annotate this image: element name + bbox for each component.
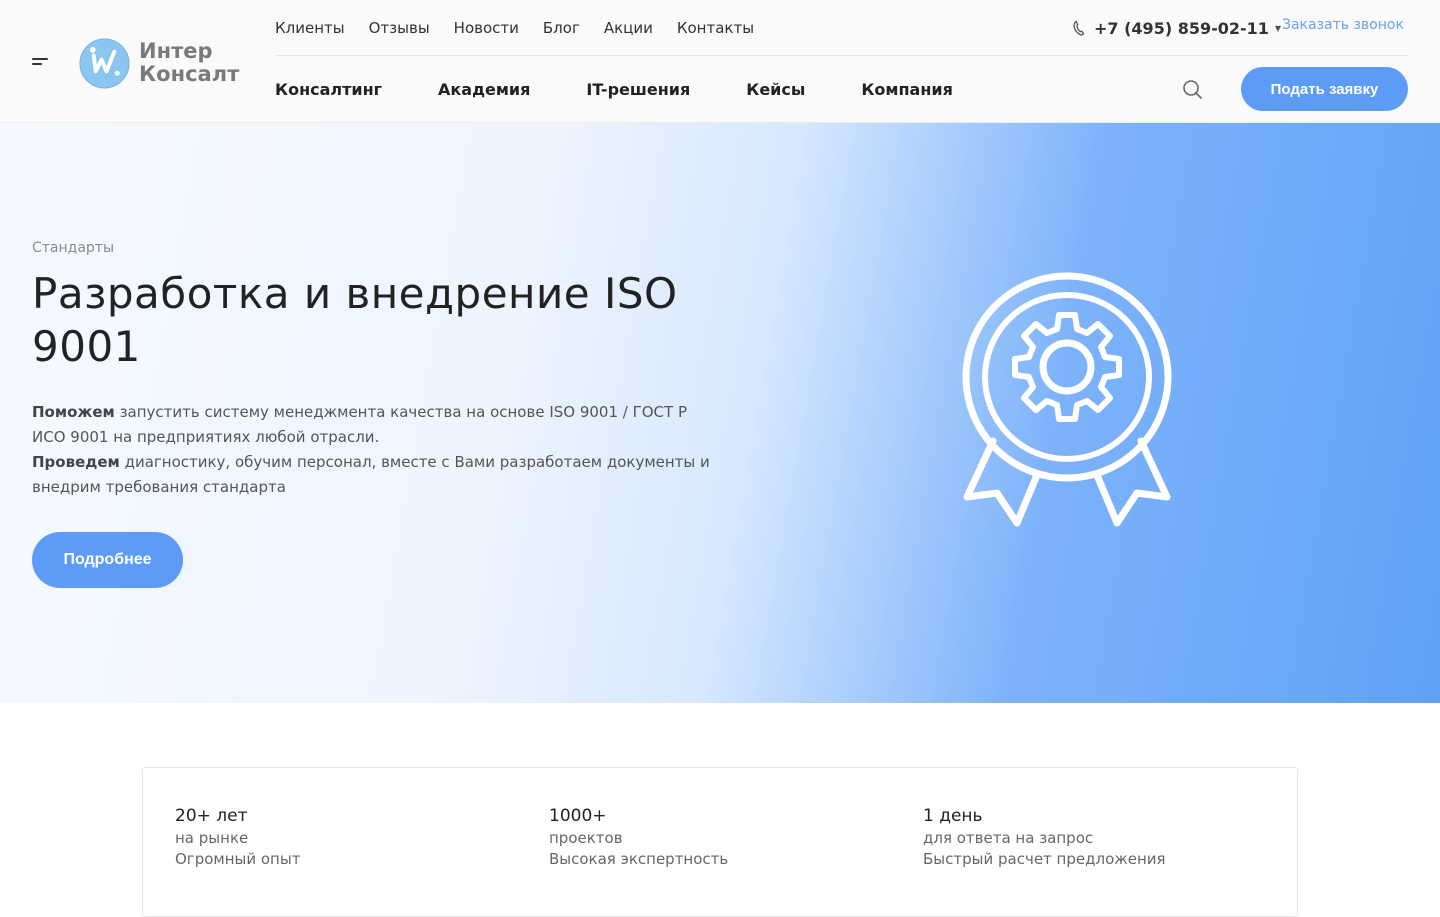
more-button[interactable]: Подробнее <box>32 532 183 588</box>
award-gear-icon <box>962 272 1172 527</box>
page-title: Разработка и внедрение ISO 9001 <box>32 269 678 371</box>
stat-years: 20+ лет на рынке Огромный опыт <box>175 804 300 870</box>
site-header: Интер Консалт Клиенты Отзывы Новости Бло… <box>0 0 1440 123</box>
phone-selector[interactable]: +7 (495) 859-02-11 ▼ <box>1072 14 1281 42</box>
top-nav-promo[interactable]: Акции <box>604 19 653 37</box>
submit-request-button[interactable]: Подать заявку <box>1241 67 1408 111</box>
main-nav-academy[interactable]: Академия <box>438 80 530 99</box>
breadcrumb[interactable]: Стандарты <box>32 240 114 256</box>
hero-para1-bold: Поможем <box>32 403 115 421</box>
top-nav-reviews[interactable]: Отзывы <box>369 19 430 37</box>
main-nav-cases[interactable]: Кейсы <box>746 80 805 99</box>
callback-link[interactable]: Заказать звонок <box>1282 17 1404 33</box>
phone-number[interactable]: +7 (495) 859-02-11 <box>1094 19 1269 38</box>
stat-value: 1000+ <box>549 806 607 826</box>
stats-panel: 20+ лет на рынке Огромный опыт 1000+ про… <box>142 767 1298 917</box>
stat-projects: 1000+ проектов Высокая экспертность <box>549 804 728 870</box>
burger-menu-icon[interactable] <box>32 56 50 68</box>
stat-desc: Огромный опыт <box>175 850 301 868</box>
top-nav-news[interactable]: Новости <box>454 19 519 37</box>
logo[interactable]: Интер Консалт <box>79 36 239 90</box>
stat-response: 1 день для ответа на запрос Быстрый расч… <box>923 804 1166 870</box>
header-divider <box>275 55 1408 56</box>
search-icon[interactable] <box>1181 78 1203 100</box>
logo-mark-icon <box>79 37 130 89</box>
chevron-down-icon[interactable]: ▼ <box>1275 24 1281 33</box>
top-nav-clients[interactable]: Клиенты <box>275 19 345 37</box>
stat-value: 1 день <box>923 806 983 826</box>
main-nav-it[interactable]: IT-решения <box>586 80 690 99</box>
main-nav: Консалтинг Академия IT-решения Кейсы Ком… <box>275 67 953 111</box>
main-nav-company[interactable]: Компания <box>861 80 953 99</box>
hero-para1-text: запустить систему менеджмента качества н… <box>32 403 688 446</box>
hero-para2-text: диагностику, обучим персонал, вместе с В… <box>32 453 710 496</box>
top-nav-blog[interactable]: Блог <box>543 19 580 37</box>
top-nav-contacts[interactable]: Контакты <box>677 19 754 37</box>
main-nav-consulting[interactable]: Консалтинг <box>275 80 382 99</box>
stat-unit: для ответа на запрос <box>923 829 1094 847</box>
stat-unit: на рынке <box>175 829 249 847</box>
phone-icon <box>1073 20 1085 36</box>
top-nav: Клиенты Отзывы Новости Блог Акции Контак… <box>275 0 778 55</box>
hero-description: Поможем запустить систему менеджмента ка… <box>32 400 722 500</box>
stat-value: 20+ лет <box>175 806 248 826</box>
stat-desc: Быстрый расчет предложения <box>923 850 1166 868</box>
stat-unit: проектов <box>549 829 623 847</box>
stat-desc: Высокая экспертность <box>549 850 729 868</box>
logo-text: Интер Консалт <box>139 39 240 86</box>
hero-banner: Стандарты Разработка и внедрение ISO 900… <box>0 123 1440 703</box>
hero-para2-bold: Проведем <box>32 453 120 471</box>
